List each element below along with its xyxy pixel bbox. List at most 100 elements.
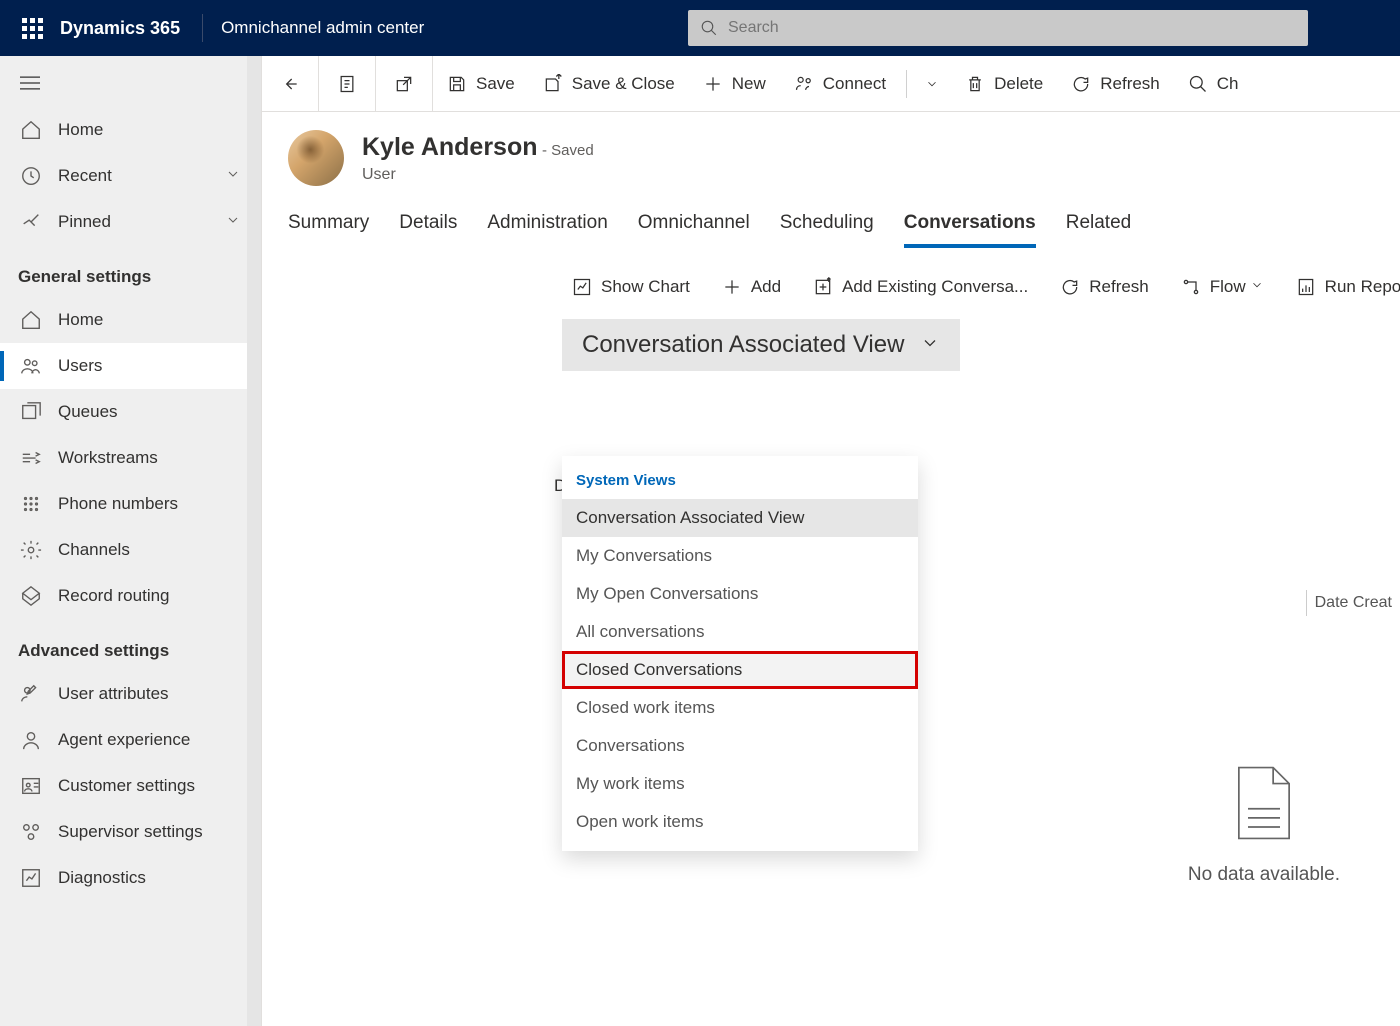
record-header: Kyle Anderson - Saved User xyxy=(262,112,1400,186)
sidebar-item-phone[interactable]: Phone numbers xyxy=(0,481,261,527)
sidebar-item-channels[interactable]: Channels xyxy=(0,527,261,573)
divider xyxy=(202,14,203,42)
scrollbar[interactable] xyxy=(247,56,261,1026)
search-icon xyxy=(700,19,718,37)
sidebar-item-agentexp[interactable]: Agent experience xyxy=(0,717,261,763)
view-option[interactable]: Conversations xyxy=(562,727,918,765)
back-button[interactable] xyxy=(262,56,319,112)
notes-button[interactable] xyxy=(319,56,376,112)
view-option[interactable]: My Conversations xyxy=(562,537,918,575)
sidebar-item-diag[interactable]: Diagnostics xyxy=(0,855,261,901)
global-search[interactable] xyxy=(688,10,1308,46)
empty-text: No data available. xyxy=(1188,864,1340,886)
view-option[interactable]: My work items xyxy=(562,765,918,803)
workstream-icon xyxy=(20,447,42,469)
sidebar-item-label: Recent xyxy=(58,166,112,186)
tab-conversations[interactable]: Conversations xyxy=(904,202,1036,248)
sidebar-item-label: Home xyxy=(58,120,103,140)
tab-omni[interactable]: Omnichannel xyxy=(638,202,750,248)
view-selector[interactable]: Conversation Associated View xyxy=(562,319,960,371)
view-option[interactable]: Closed work items xyxy=(562,689,918,727)
tabs: Summary Details Administration Omnichann… xyxy=(262,186,1400,249)
chevron-down-icon xyxy=(225,212,241,233)
delete-button[interactable]: Delete xyxy=(951,56,1057,112)
home-icon xyxy=(20,309,42,331)
view-dropdown: System Views Conversation Associated Vie… xyxy=(562,456,918,851)
trash-icon xyxy=(965,74,985,94)
connect-dropdown[interactable] xyxy=(913,56,951,112)
refresh-icon xyxy=(1071,74,1091,94)
view-option[interactable]: All conversations xyxy=(562,613,918,651)
add-existing-button[interactable]: Add Existing Conversa... xyxy=(803,271,1038,303)
save-label: Save xyxy=(476,74,515,94)
avatar xyxy=(288,130,344,186)
show-chart-button[interactable]: Show Chart xyxy=(562,271,700,303)
sidebar-home[interactable]: Home xyxy=(0,107,261,153)
sidebar-item-workstreams[interactable]: Workstreams xyxy=(0,435,261,481)
view-option[interactable]: My Open Conversations xyxy=(562,575,918,613)
tab-summary[interactable]: Summary xyxy=(288,202,369,248)
search-input[interactable] xyxy=(728,19,1296,37)
connect-label: Connect xyxy=(823,74,886,94)
connect-icon xyxy=(794,74,814,94)
sidebar-item-label: Queues xyxy=(58,402,118,422)
sidebar-item-label: Phone numbers xyxy=(58,494,178,514)
sidebar-recent[interactable]: Recent xyxy=(0,153,261,199)
hamburger-icon[interactable] xyxy=(0,64,261,107)
sidebar-item-users[interactable]: Users xyxy=(0,343,261,389)
view-option[interactable]: Conversation Associated View xyxy=(562,499,918,537)
plus-icon xyxy=(703,74,723,94)
delete-label: Delete xyxy=(994,74,1043,94)
subgrid-refresh-button[interactable]: Refresh xyxy=(1050,271,1159,303)
sidebar-item-label: User attributes xyxy=(58,684,169,704)
save-icon xyxy=(447,74,467,94)
sidebar-pinned[interactable]: Pinned xyxy=(0,199,261,245)
sidebar-item-custset[interactable]: Customer settings xyxy=(0,763,261,809)
add-button[interactable]: Add xyxy=(712,271,791,303)
run-report-button[interactable]: Run Report xyxy=(1286,271,1400,303)
sidebar-item-home[interactable]: Home xyxy=(0,297,261,343)
file-icon xyxy=(1229,763,1299,843)
sidebar-item-label: Channels xyxy=(58,540,130,560)
app-launcher-icon[interactable] xyxy=(12,8,52,48)
refresh-button[interactable]: Refresh xyxy=(1057,56,1174,112)
view-option[interactable]: Open work items xyxy=(562,803,918,841)
app-name-label: Omnichannel admin center xyxy=(221,18,424,38)
popout-button[interactable] xyxy=(376,56,433,112)
pin-icon xyxy=(20,211,42,233)
sidebar-item-userattr[interactable]: User attributes xyxy=(0,671,261,717)
view-option-closed-conversations[interactable]: Closed Conversations xyxy=(562,651,918,689)
new-button[interactable]: New xyxy=(689,56,780,112)
chart-icon xyxy=(20,867,42,889)
subgrid-commands: Show Chart Add Add Existing Conversa... … xyxy=(262,249,1400,303)
report-icon xyxy=(1296,277,1316,297)
ch-label: Ch xyxy=(1217,74,1239,94)
refresh-label: Refresh xyxy=(1100,74,1160,94)
sidebar-item-label: Supervisor settings xyxy=(58,822,203,842)
main-content: Save Save & Close New Connect Delete Ref… xyxy=(262,56,1400,1026)
chevron-down-icon xyxy=(925,77,939,91)
gear-icon xyxy=(20,539,42,561)
tab-details[interactable]: Details xyxy=(399,202,457,248)
command-bar: Save Save & Close New Connect Delete Ref… xyxy=(262,56,1400,112)
sidebar-item-routing[interactable]: Record routing xyxy=(0,573,261,619)
sidebar-item-queues[interactable]: Queues xyxy=(0,389,261,435)
tab-admin[interactable]: Administration xyxy=(487,202,607,248)
sidebar-item-supset[interactable]: Supervisor settings xyxy=(0,809,261,855)
column-header-date[interactable]: Date Creat xyxy=(1306,590,1400,616)
flow-button[interactable]: Flow xyxy=(1171,271,1274,303)
brand-label: Dynamics 365 xyxy=(60,18,180,39)
label: Add xyxy=(751,277,781,297)
save-close-button[interactable]: Save & Close xyxy=(529,56,689,112)
refresh-icon xyxy=(1060,277,1080,297)
record-type: User xyxy=(362,166,594,184)
save-button[interactable]: Save xyxy=(433,56,529,112)
tab-related[interactable]: Related xyxy=(1066,202,1132,248)
connect-button[interactable]: Connect xyxy=(780,56,900,112)
sidebar-item-label: Home xyxy=(58,310,103,330)
tab-scheduling[interactable]: Scheduling xyxy=(780,202,874,248)
plus-icon xyxy=(722,277,742,297)
sidebar: Home Recent Pinned General settings Home… xyxy=(0,56,262,1026)
check-button[interactable]: Ch xyxy=(1174,56,1253,112)
label: Show Chart xyxy=(601,277,690,297)
